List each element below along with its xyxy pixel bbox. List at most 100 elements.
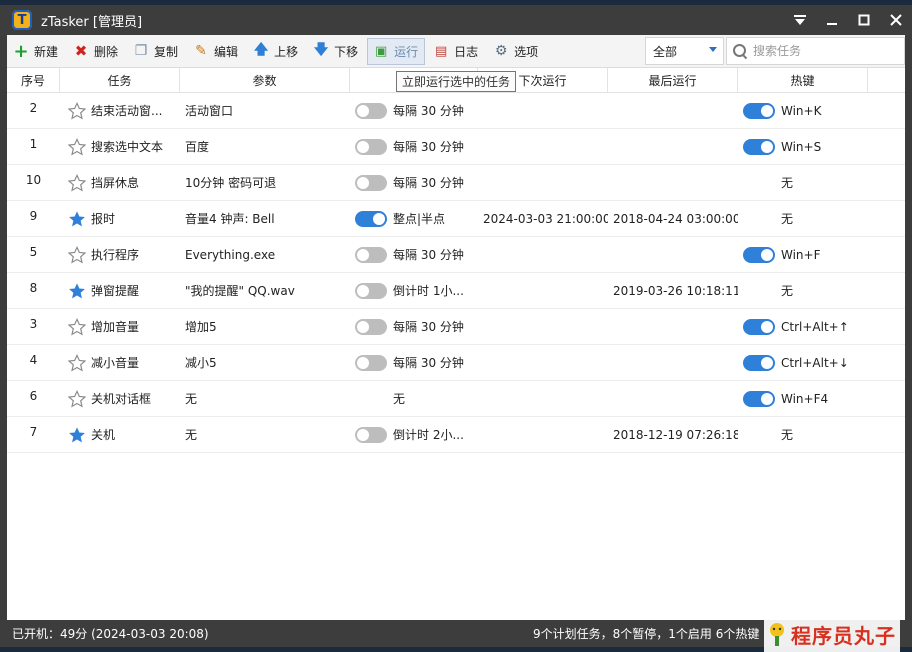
delete-button[interactable]: ✖ 删除	[67, 38, 125, 65]
copy-button[interactable]: ❐ 复制	[127, 38, 185, 65]
hotkey-cell: Win+K	[738, 93, 868, 129]
table-row[interactable]: 10 挡屏休息 10分钟 密码可退 每隔 30 分钟 无	[7, 165, 905, 201]
star-outline-icon[interactable]	[67, 245, 87, 264]
schedule-text: 每隔 30 分钟	[393, 320, 464, 334]
schedule-text: 每隔 30 分钟	[393, 140, 464, 154]
schedule-toggle[interactable]	[355, 210, 387, 227]
next-run-cell	[478, 381, 608, 417]
delete-x-icon: ✖	[74, 42, 88, 60]
maximize-icon[interactable]	[848, 5, 880, 35]
column-header-last-run[interactable]: 最后运行	[608, 68, 738, 93]
log-button[interactable]: ▤ 日志	[427, 38, 485, 65]
next-run-cell	[478, 309, 608, 345]
table-row[interactable]: 2 结束活动窗... 活动窗口 每隔 30 分钟 Win+K	[7, 93, 905, 129]
star-outline-icon[interactable]	[67, 317, 87, 336]
title-bar[interactable]: T zTasker [管理员]	[0, 5, 912, 35]
close-icon[interactable]	[880, 5, 912, 35]
star-outline-icon[interactable]	[67, 101, 87, 120]
task-cell: 结束活动窗...	[60, 93, 180, 129]
watermark-logo-icon	[770, 623, 784, 646]
schedule-toggle[interactable]	[355, 138, 387, 155]
row-number: 5	[29, 244, 38, 259]
table-row[interactable]: 8 弹窗提醒 "我的提醒" QQ.wav 倒计时 1小... 2019-03-2…	[7, 273, 905, 309]
schedule-toggle[interactable]	[355, 174, 387, 191]
hotkey-toggle[interactable]	[743, 390, 775, 407]
schedule-toggle[interactable]	[355, 354, 387, 371]
table-row[interactable]: 3 增加音量 增加5 每隔 30 分钟 Ctrl+Alt+↑	[7, 309, 905, 345]
table-row[interactable]: 4 减小音量 减小5 每隔 30 分钟 Ctrl+Alt+↓	[7, 345, 905, 381]
schedule-cell: 每隔 30 分钟	[350, 93, 478, 129]
last-run-cell	[608, 381, 738, 417]
search-box[interactable]	[726, 37, 905, 65]
table-row[interactable]: 9 报时 音量4 钟声: Bell 整点|半点 2024-03-03 21:00…	[7, 201, 905, 237]
schedule-toggle[interactable]	[355, 102, 387, 119]
new-button[interactable]: + 新建	[7, 38, 65, 65]
hotkey-toggle[interactable]	[743, 318, 775, 335]
schedule-cell: 每隔 30 分钟	[350, 129, 478, 165]
hotkey-toggle[interactable]	[743, 354, 775, 371]
run-button[interactable]: ▣ 运行	[367, 37, 426, 65]
schedule-toggle[interactable]	[355, 318, 387, 335]
hotkey-cell: Win+F	[738, 237, 868, 273]
hotkey-text: 无	[781, 428, 794, 442]
schedule-cell: 整点|半点	[350, 201, 478, 237]
search-input[interactable]	[753, 44, 893, 58]
edit-button[interactable]: ✎ 编辑	[187, 38, 245, 65]
last-run-cell	[608, 309, 738, 345]
schedule-cell: 倒计时 2小...	[350, 417, 478, 453]
hotkey-cell: Win+F4	[738, 381, 868, 417]
star-outline-icon[interactable]	[67, 137, 87, 156]
menu-icon[interactable]	[784, 5, 816, 35]
minimize-icon[interactable]	[816, 5, 848, 35]
star-filled-icon[interactable]	[68, 282, 86, 300]
new-label: 新建	[34, 44, 59, 59]
column-header-param[interactable]: 参数	[180, 68, 350, 93]
log-icon: ▤	[434, 43, 448, 59]
last-run-cell: 2018-04-24 03:00:00	[613, 211, 738, 226]
move-down-button[interactable]: 🡇 下移	[307, 38, 365, 65]
task-name: 结束活动窗...	[91, 104, 163, 118]
filter-dropdown[interactable]: 全部	[645, 37, 724, 65]
schedule-toggle[interactable]	[355, 426, 387, 443]
table-row[interactable]: 1 搜索选中文本 百度 每隔 30 分钟 Win+S	[7, 129, 905, 165]
main-panel: + 新建 ✖ 删除 ❐ 复制 ✎ 编辑 🡅 上移 🡇 下移 ▣ 运行 ▤ 日志 …	[7, 35, 905, 620]
hotkey-text: 无	[781, 284, 794, 298]
task-cell: 报时	[60, 201, 180, 237]
row-number: 7	[29, 424, 38, 439]
gear-icon: ⚙	[494, 43, 508, 59]
hotkey-toggle[interactable]	[743, 138, 775, 155]
task-name: 报时	[91, 212, 116, 226]
star-outline-icon[interactable]	[67, 173, 87, 192]
move-up-button[interactable]: 🡅 上移	[247, 38, 305, 65]
task-name: 关机对话框	[91, 392, 152, 406]
last-run-cell	[608, 237, 738, 273]
star-outline-icon[interactable]	[67, 353, 87, 372]
task-cell: 减小音量	[60, 345, 180, 381]
column-header-hotkey[interactable]: 热键	[738, 68, 868, 93]
hotkey-cell: 无	[738, 201, 868, 237]
options-label: 选项	[514, 44, 539, 59]
next-run-cell	[478, 93, 608, 129]
task-name: 挡屏休息	[91, 176, 140, 190]
schedule-toggle[interactable]	[355, 282, 387, 299]
star-filled-icon[interactable]	[68, 426, 86, 444]
schedule-cell: 每隔 30 分钟	[350, 345, 478, 381]
hotkey-toggle[interactable]	[743, 102, 775, 119]
table-row[interactable]: 6 关机对话框 无 无 Win+F4	[7, 381, 905, 417]
next-run-cell	[478, 417, 608, 453]
column-header-no[interactable]: 序号	[7, 68, 60, 93]
param-cell: "我的提醒" QQ.wav	[185, 284, 295, 298]
hotkey-toggle[interactable]	[743, 246, 775, 263]
table-row[interactable]: 5 执行程序 Everything.exe 每隔 30 分钟 Win+F	[7, 237, 905, 273]
star-outline-icon[interactable]	[67, 389, 87, 408]
table-row[interactable]: 7 关机 无 倒计时 2小... 2018-12-19 07:26:18 无	[7, 417, 905, 453]
hotkey-cell: 无	[738, 273, 868, 309]
task-name: 关机	[91, 428, 116, 442]
options-button[interactable]: ⚙ 选项	[487, 38, 545, 65]
column-header-task[interactable]: 任务	[60, 68, 180, 93]
uptime-status: 已开机：49分 (2024-03-03 20:08)	[12, 627, 209, 641]
schedule-toggle[interactable]	[355, 246, 387, 263]
task-cell: 搜索选中文本	[60, 129, 180, 165]
star-filled-icon[interactable]	[68, 210, 86, 228]
row-number: 6	[29, 388, 38, 403]
